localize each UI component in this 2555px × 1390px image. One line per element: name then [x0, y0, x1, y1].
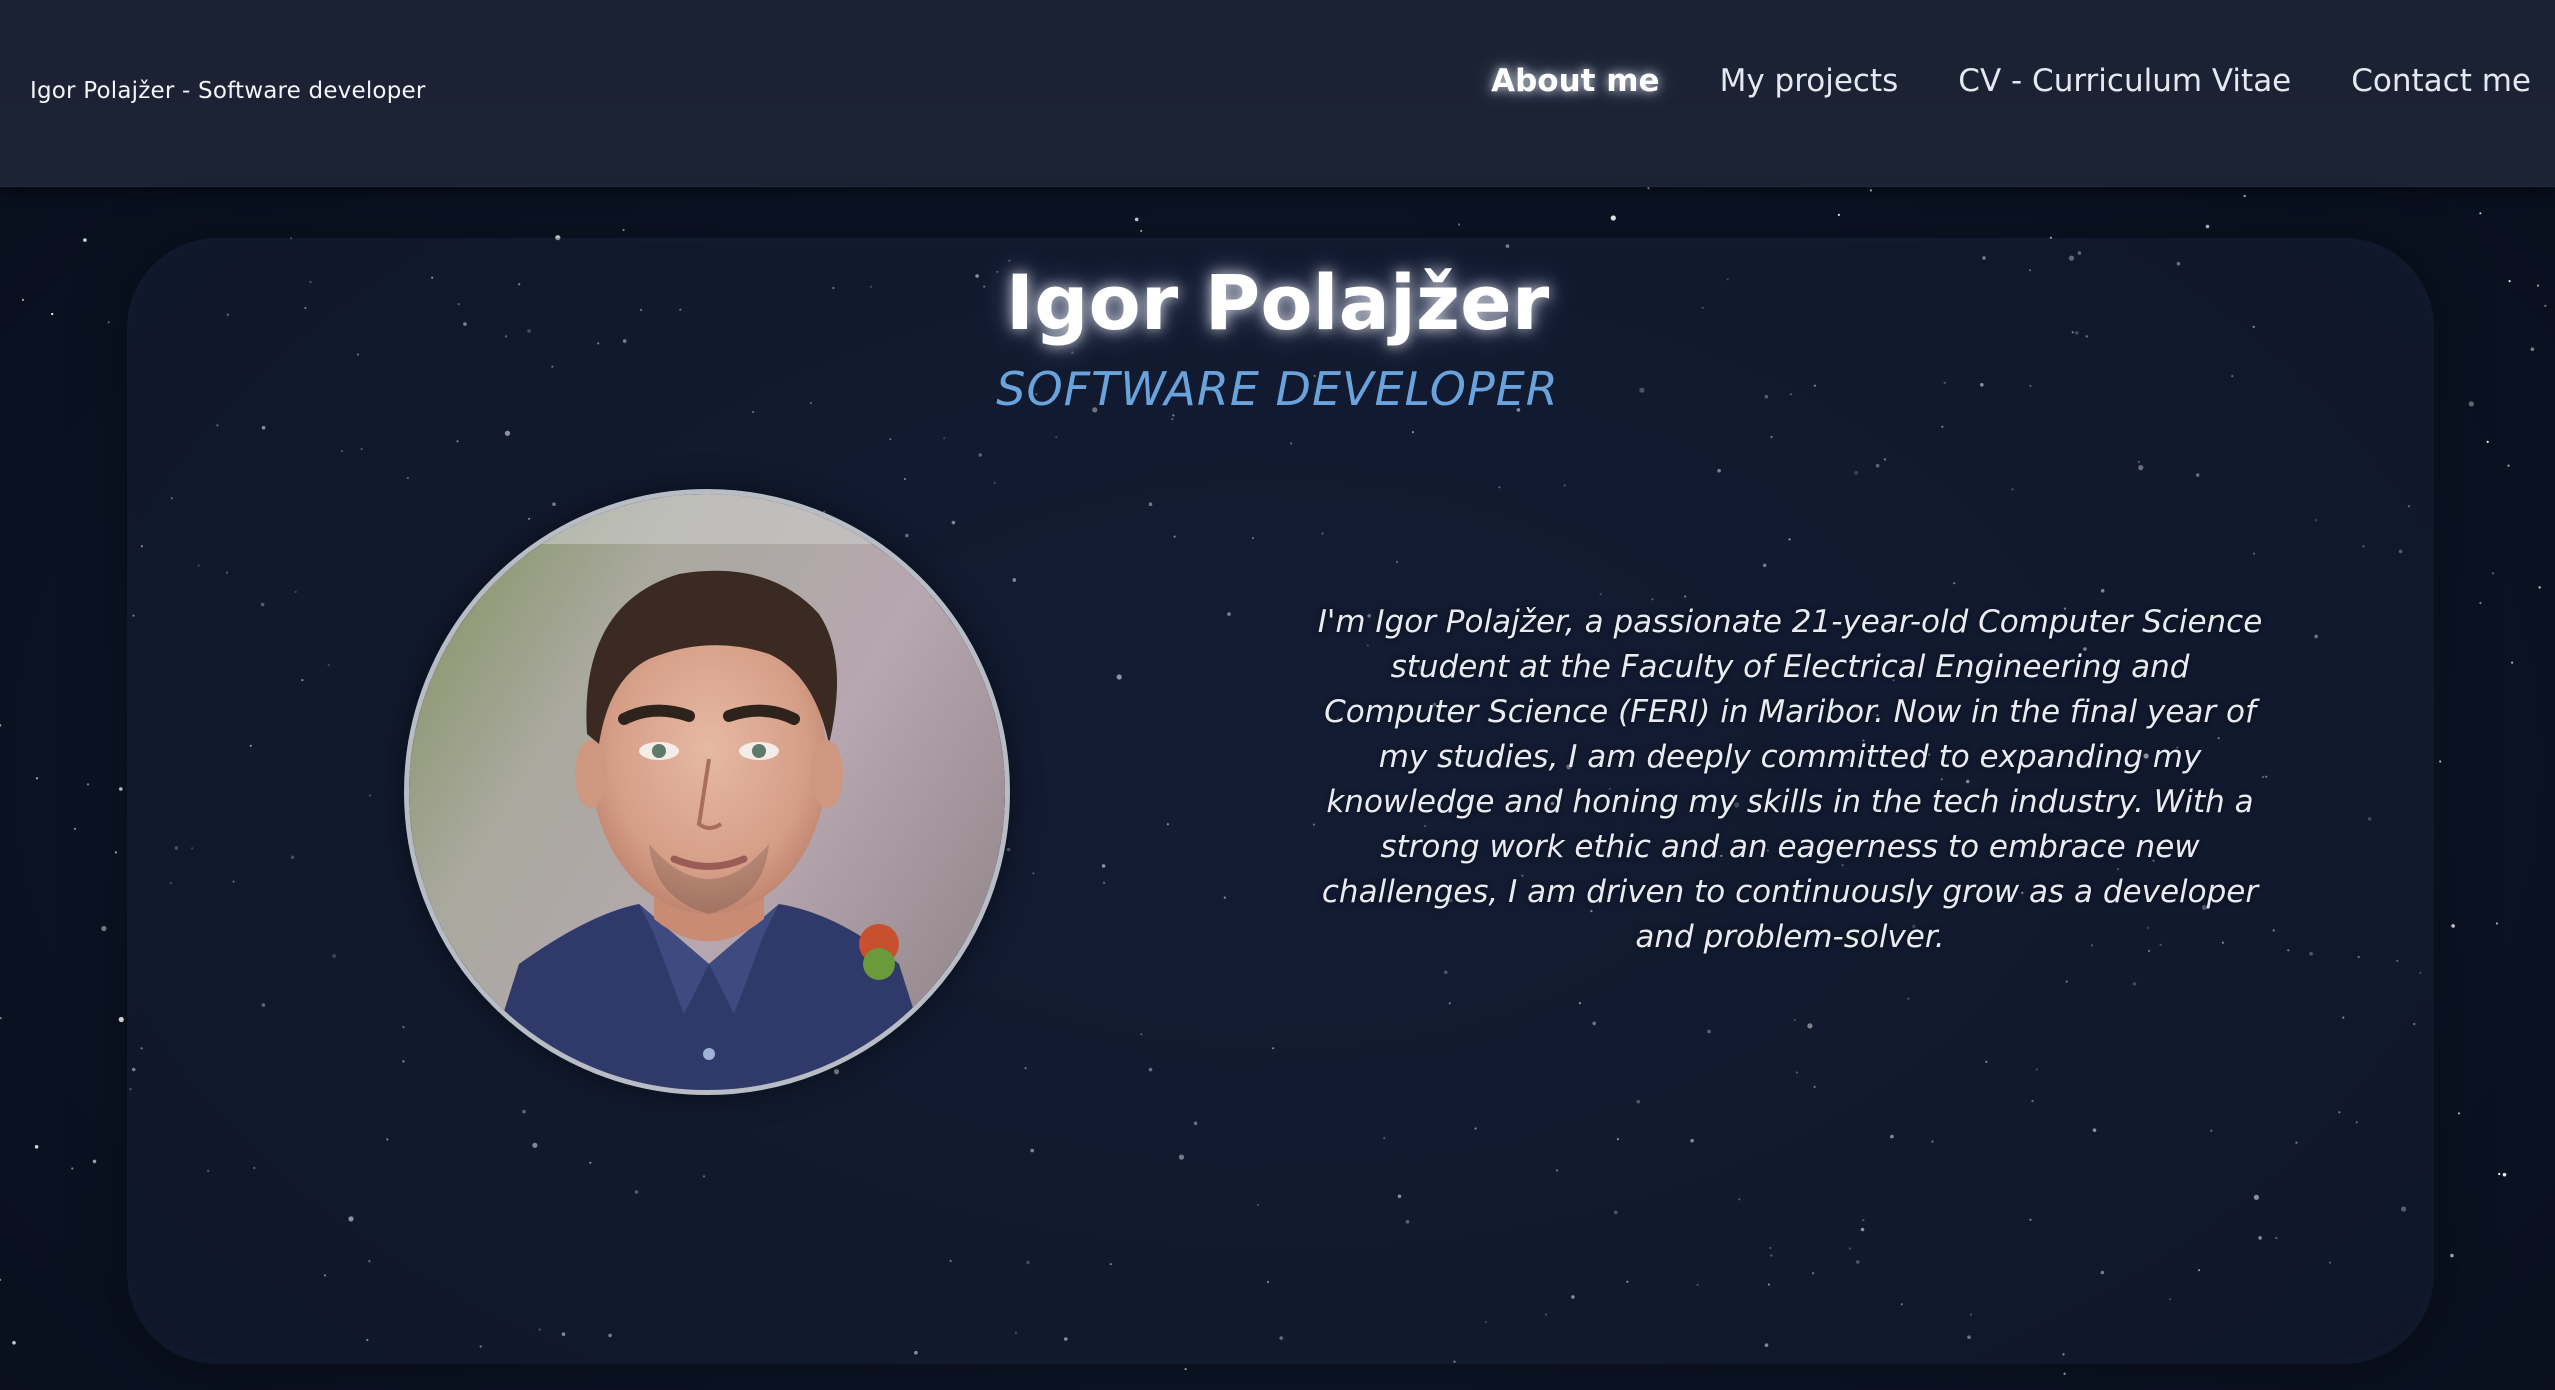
star	[2486, 440, 2489, 443]
star	[2530, 347, 2535, 352]
star	[2063, 1372, 2066, 1375]
star	[2439, 760, 2442, 763]
star	[1140, 229, 1143, 232]
star	[114, 851, 117, 854]
star	[0, 724, 2, 727]
star	[71, 1167, 74, 1170]
main-nav: About me My projects CV - Curriculum Vit…	[1491, 56, 2555, 106]
star	[0, 1017, 2, 1020]
page-title: Igor Polajžer	[1005, 258, 1550, 347]
star	[73, 827, 77, 831]
star	[2502, 1172, 2507, 1177]
star	[2451, 924, 2455, 928]
profile-photo-image	[409, 494, 1005, 1090]
star	[1610, 215, 1616, 221]
star	[1458, 223, 1461, 226]
nav-contact-me[interactable]: Contact me	[2351, 63, 2531, 99]
nav-cv[interactable]: CV - Curriculum Vitae	[1958, 63, 2291, 99]
star	[35, 777, 39, 780]
star	[2479, 601, 2482, 605]
star	[2495, 922, 2498, 925]
star	[1869, 189, 1872, 192]
star	[2491, 572, 2495, 575]
star	[2243, 194, 2246, 198]
star	[2498, 1172, 2501, 1176]
star	[1647, 187, 1650, 190]
nav-about-me[interactable]: About me	[1491, 63, 1660, 99]
star	[1134, 217, 1139, 222]
star	[2538, 586, 2541, 589]
nav-my-projects[interactable]: My projects	[1720, 63, 1899, 99]
star	[2205, 224, 2210, 229]
star	[118, 1016, 124, 1023]
star	[12, 1341, 16, 1345]
site-brand[interactable]: Igor Polajžer - Software developer	[30, 78, 426, 104]
star	[34, 1145, 39, 1149]
star	[2457, 1112, 2461, 1115]
star	[92, 1159, 97, 1164]
bio-text: I'm Igor Polajžer, a passionate 21-year-…	[1317, 604, 2263, 955]
profile-photo	[404, 489, 1010, 1095]
star	[86, 783, 90, 786]
site-header: Igor Polajžer - Software developer About…	[0, 0, 2555, 187]
star	[1837, 213, 1840, 216]
star	[622, 228, 625, 232]
star	[83, 238, 87, 242]
star	[2507, 464, 2510, 467]
star	[0, 1278, 2, 1281]
role-subtitle: SOFTWARE DEVELOPER	[996, 362, 1559, 416]
star	[1184, 1368, 1187, 1371]
star	[119, 787, 123, 791]
star	[2511, 661, 2514, 664]
star	[2450, 1253, 2454, 1258]
star	[2479, 212, 2482, 215]
page: Igor Polajžer - Software developer About…	[0, 0, 2555, 1390]
star	[101, 925, 107, 932]
